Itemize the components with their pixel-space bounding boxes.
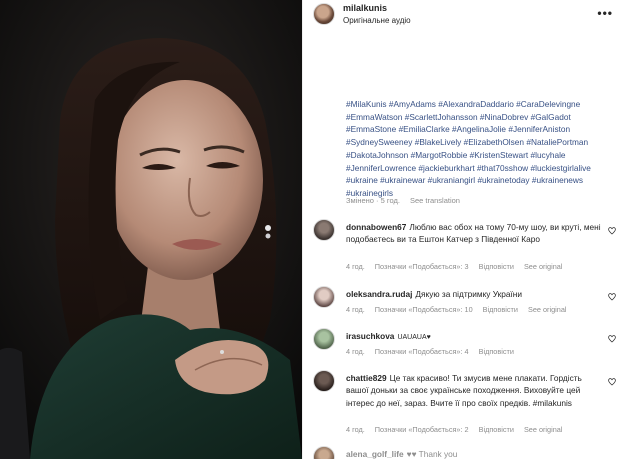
post-caption: #MilaKunis #AmyAdams #AlexandraDaddario … [346, 99, 591, 198]
comment-username[interactable]: chattie829 [346, 373, 387, 383]
comment-username[interactable]: oleksandra.rudaj [346, 289, 412, 299]
avatar[interactable] [313, 370, 335, 392]
comment-username[interactable]: irasuchkova [346, 331, 394, 341]
comment-age: 4 год. [346, 305, 365, 314]
comment-text: ♥♥ Thank you [406, 449, 458, 459]
comment-body: oleksandra.rudaj Дякую за підтримку Украї… [346, 288, 601, 300]
comment-meta: 4 год. Позначки «Подобається»: 10 Відпов… [346, 305, 567, 314]
comment-age: 4 год. [346, 347, 365, 356]
post-header: milalkunis Оригінальне аудіо ••• [303, 0, 620, 28]
comment-meta: 4 год. Позначки «Подобається»: 2 Відпові… [346, 425, 562, 434]
video-frame [0, 0, 302, 459]
comment-item: oleksandra.rudaj Дякую за підтримку Украї… [313, 286, 618, 326]
edited-label: Змінено · 5 год. [346, 196, 400, 205]
comment-item: irasuchkova UAUAUA♥ 4 год. Позначки «Подо… [313, 328, 618, 360]
comment-likes[interactable]: Позначки «Подобається»: 10 [375, 305, 473, 314]
avatar[interactable] [313, 286, 335, 308]
username-link[interactable]: milalkunis [343, 3, 411, 14]
post-meta: Змінено · 5 год. See translation [346, 196, 460, 205]
post-details-panel: milalkunis Оригінальне аудіо ••• #MilaKu… [302, 0, 620, 459]
heart-icon[interactable] [608, 293, 616, 301]
reply-button[interactable]: Відповісти [479, 347, 514, 356]
comment-body: donnabowen67 Люблю вас обох на тому 70-му… [346, 221, 601, 246]
comment-item: chattie829 Це так красиво! Ти змусив мене… [313, 370, 618, 442]
comment-text: Дякую за підтримку України [415, 289, 523, 299]
heart-icon[interactable] [608, 335, 616, 343]
comment-username[interactable]: donnabowen67 [346, 222, 406, 232]
avatar[interactable] [313, 219, 335, 241]
comment-body: irasuchkova UAUAUA♥ [346, 330, 601, 344]
comment-body: alena_golf_life ♥♥ Thank you [346, 448, 601, 459]
comment-likes[interactable]: Позначки «Подобається»: 4 [375, 347, 469, 356]
comment-age: 4 год. [346, 262, 365, 271]
comment-item: donnabowen67 Люблю вас обох на тому 70-му… [313, 219, 618, 271]
see-original-button[interactable]: See original [524, 425, 563, 434]
comment-body: chattie829 Це так красиво! Ти змусив мене… [346, 372, 601, 409]
reply-button[interactable]: Відповісти [479, 262, 514, 271]
comment-likes[interactable]: Позначки «Подобається»: 3 [375, 262, 469, 271]
comment-likes[interactable]: Позначки «Подобається»: 2 [375, 425, 469, 434]
audio-link[interactable]: Оригінальне аудіо [343, 15, 411, 26]
heart-icon[interactable] [608, 227, 616, 235]
reply-button[interactable]: Відповісти [479, 425, 514, 434]
comment-meta: 4 год. Позначки «Подобається»: 4 Відпові… [346, 347, 514, 356]
see-original-button[interactable]: See original [524, 262, 563, 271]
comment-text: UAUAUA♥ [397, 334, 431, 341]
reply-button[interactable]: Відповісти [483, 305, 518, 314]
header-text: milalkunis Оригінальне аудіо [343, 3, 411, 26]
comment-meta: 4 год. Позначки «Подобається»: 3 Відпові… [346, 262, 562, 271]
avatar[interactable] [313, 446, 335, 459]
avatar[interactable] [313, 3, 335, 25]
video-player[interactable] [0, 0, 302, 459]
avatar[interactable] [313, 328, 335, 350]
comment-username[interactable]: alena_golf_life [346, 449, 404, 459]
see-translation-button[interactable]: See translation [410, 196, 460, 205]
more-icon[interactable]: ••• [597, 6, 613, 20]
comment-age: 4 год. [346, 425, 365, 434]
see-original-button[interactable]: See original [528, 305, 567, 314]
comment-item: alena_golf_life ♥♥ Thank you [313, 446, 618, 459]
heart-icon[interactable] [608, 378, 616, 386]
